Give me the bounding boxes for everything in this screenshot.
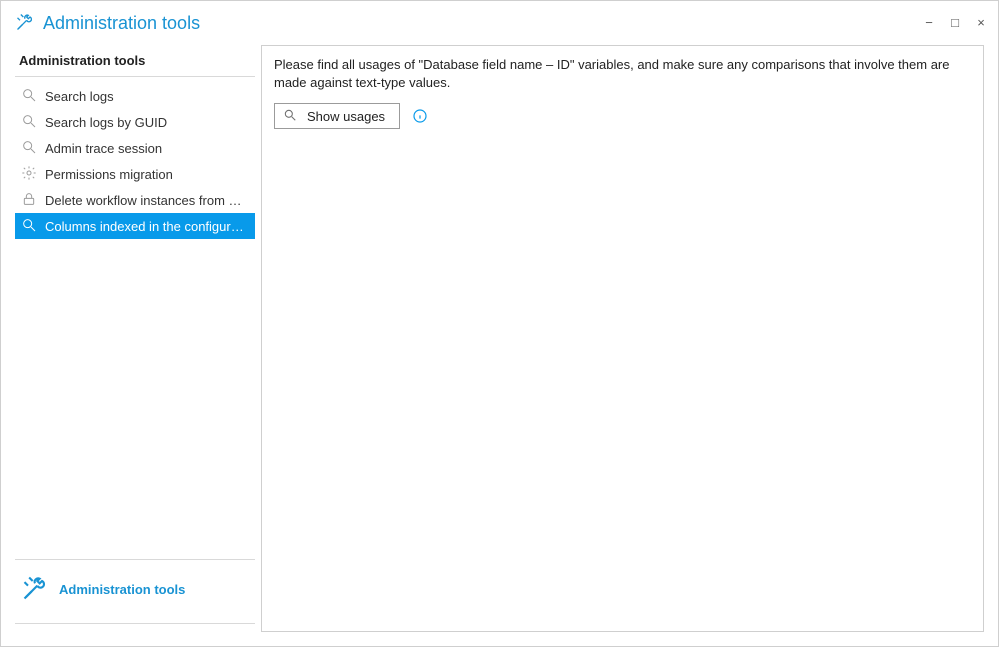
tools-icon: [15, 12, 35, 35]
window-body: Administration tools Search logs Search …: [1, 45, 998, 646]
minimize-button[interactable]: −: [922, 16, 936, 30]
content-pane: Please find all usages of "Database fiel…: [261, 45, 984, 632]
nav-admin-trace-session[interactable]: Admin trace session: [15, 135, 255, 161]
sidebar-nav: Search logs Search logs by GUID Admin tr…: [15, 77, 255, 239]
nav-delete-workflow-instances[interactable]: Delete workflow instances from process: [15, 187, 255, 213]
info-icon[interactable]: [412, 108, 428, 124]
nav-label: Delete workflow instances from process: [45, 193, 247, 208]
close-button[interactable]: ×: [974, 16, 988, 30]
button-label: Show usages: [307, 109, 385, 124]
search-icon: [21, 113, 37, 132]
nav-search-logs-by-guid[interactable]: Search logs by GUID: [15, 109, 255, 135]
search-icon: [21, 87, 37, 106]
gear-icon: [21, 165, 37, 184]
sidebar-footer[interactable]: Administration tools: [15, 559, 255, 624]
search-icon: [21, 217, 37, 236]
tools-icon: [21, 574, 49, 605]
nav-label: Admin trace session: [45, 141, 162, 156]
nav-permissions-migration[interactable]: Permissions migration: [15, 161, 255, 187]
sidebar: Administration tools Search logs Search …: [15, 45, 255, 632]
maximize-button[interactable]: □: [948, 16, 962, 30]
nav-label: Columns indexed in the configuration: [45, 219, 247, 234]
nav-label: Search logs: [45, 89, 114, 104]
actions-row: Show usages: [274, 103, 971, 129]
search-icon: [21, 139, 37, 158]
nav-search-logs[interactable]: Search logs: [15, 83, 255, 109]
window-controls: − □ ×: [922, 16, 988, 30]
search-icon: [283, 108, 297, 125]
nav-columns-indexed[interactable]: Columns indexed in the configuration: [15, 213, 255, 239]
sidebar-footer-label: Administration tools: [59, 582, 185, 597]
instructions-text: Please find all usages of "Database fiel…: [274, 56, 971, 91]
sidebar-spacer: [15, 239, 255, 559]
nav-label: Permissions migration: [45, 167, 173, 182]
lock-icon: [21, 191, 37, 210]
app-window: Administration tools − □ × Administratio…: [0, 0, 999, 647]
window-title: Administration tools: [43, 13, 200, 34]
sidebar-header: Administration tools: [15, 45, 255, 77]
show-usages-button[interactable]: Show usages: [274, 103, 400, 129]
nav-label: Search logs by GUID: [45, 115, 167, 130]
title-bar: Administration tools − □ ×: [1, 1, 998, 45]
